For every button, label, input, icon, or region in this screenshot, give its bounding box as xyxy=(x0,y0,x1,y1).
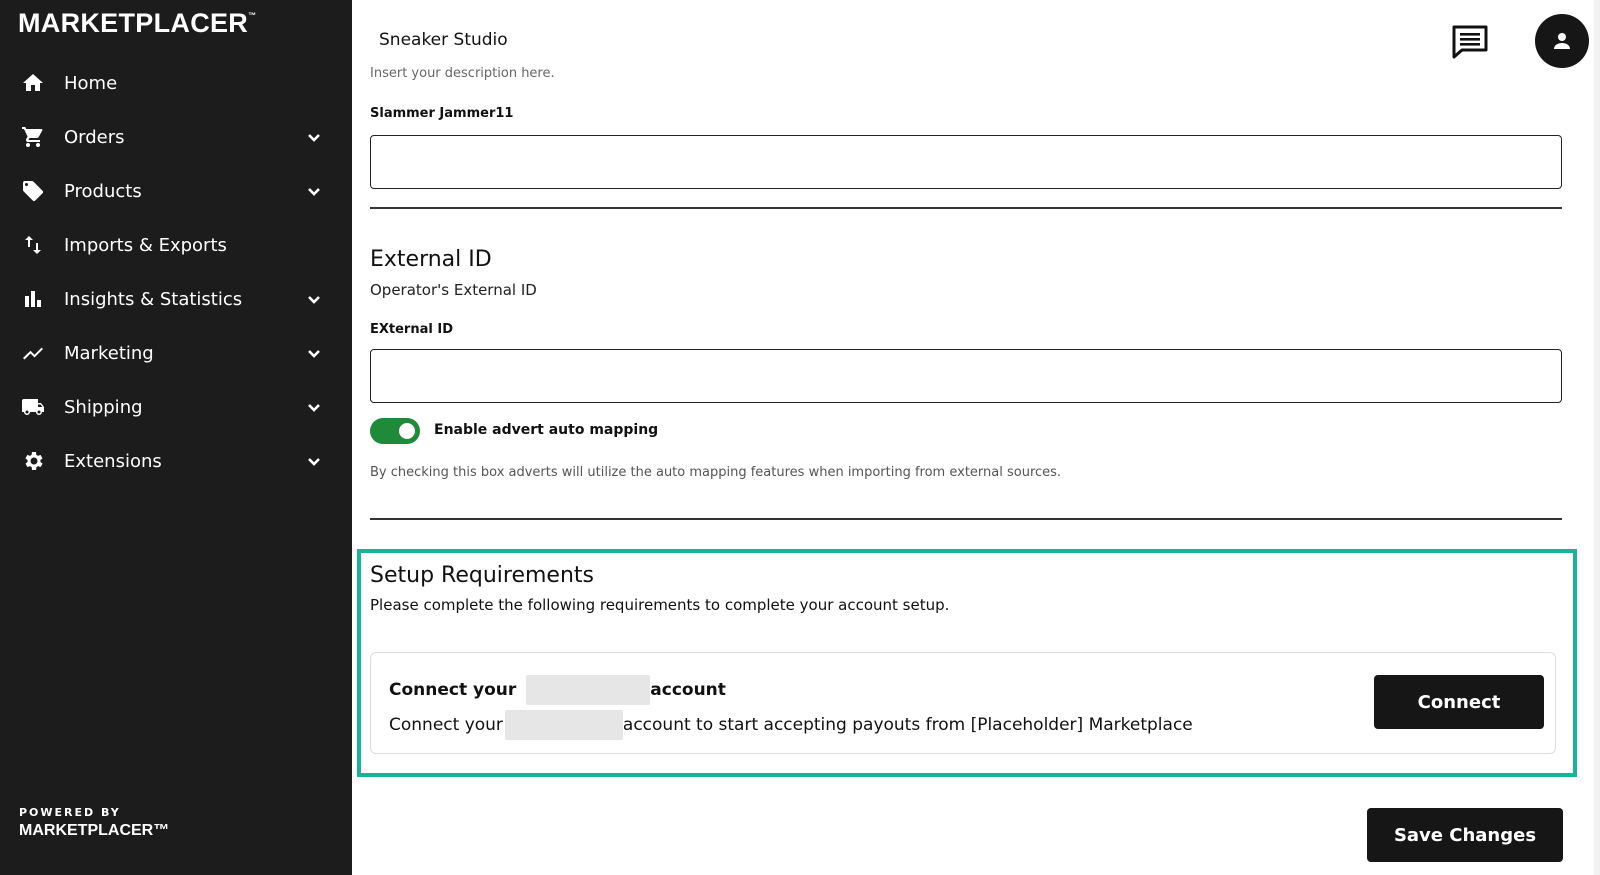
external-id-input[interactable] xyxy=(370,349,1562,403)
sidebar-item-label: Extensions xyxy=(64,450,162,472)
external-id-title: External ID xyxy=(370,247,492,272)
card-desc-prefix: Connect your xyxy=(389,715,503,735)
sidebar-item-label: Shipping xyxy=(64,396,143,418)
sidebar-item-marketing[interactable]: Marketing xyxy=(0,326,352,380)
card-title-prefix: Connect your xyxy=(389,680,517,700)
connect-button[interactable]: Connect xyxy=(1374,675,1544,729)
bar-chart-icon xyxy=(20,286,46,312)
save-changes-button[interactable]: Save Changes xyxy=(1367,808,1563,862)
sidebar: MARKETPLACER™ Home Orders Products Impor… xyxy=(0,0,352,875)
sidebar-item-imports-exports[interactable]: Imports & Exports xyxy=(0,218,352,272)
sidebar-item-orders[interactable]: Orders xyxy=(0,110,352,164)
divider xyxy=(370,207,1562,209)
chevron-down-icon xyxy=(306,291,322,307)
connect-card-description: Connect your account to start accepting … xyxy=(389,710,1193,740)
import-export-icon xyxy=(20,232,46,258)
toggle-label: Enable advert auto mapping xyxy=(434,422,659,438)
powered-by-logo: MARKETPLACER™ xyxy=(19,822,170,839)
sidebar-item-extensions[interactable]: Extensions xyxy=(0,434,352,488)
sidebar-item-label: Insights & Statistics xyxy=(64,288,243,310)
setup-requirements-section: Setup Requirements Please complete the f… xyxy=(357,549,1577,777)
sidebar-item-label: Marketing xyxy=(64,342,154,364)
description-hint: Insert your description here. xyxy=(370,66,555,81)
sidebar-item-insights[interactable]: Insights & Statistics xyxy=(0,272,352,326)
main-content: Sneaker Studio Insert your description h… xyxy=(352,0,1600,875)
trending-icon xyxy=(20,340,46,366)
chevron-down-icon xyxy=(306,399,322,415)
person-icon xyxy=(1554,33,1570,49)
redacted-text xyxy=(504,710,623,740)
gear-icon xyxy=(20,448,46,474)
chevron-down-icon xyxy=(306,345,322,361)
connect-card-title: Connect your account xyxy=(389,675,726,705)
external-id-label: EXternal ID xyxy=(370,322,453,337)
card-title-suffix: account xyxy=(650,680,726,700)
marketplacer-logo[interactable]: MARKETPLACER™ xyxy=(18,8,256,39)
sidebar-item-label: Products xyxy=(64,180,142,202)
advert-auto-mapping-toggle[interactable] xyxy=(370,418,420,444)
slammer-input[interactable] xyxy=(370,135,1562,189)
chat-icon[interactable] xyxy=(1451,24,1489,60)
powered-by: POWERED BY MARKETPLACER™ xyxy=(19,806,169,840)
sidebar-item-label: Imports & Exports xyxy=(64,234,227,256)
toggle-help-text: By checking this box adverts will utiliz… xyxy=(370,465,1062,480)
toggle-knob xyxy=(399,423,415,439)
powered-by-label: POWERED BY xyxy=(19,806,121,819)
card-desc-suffix: account to start accepting payouts from … xyxy=(622,715,1193,735)
setup-title: Setup Requirements xyxy=(370,563,594,588)
sidebar-item-products[interactable]: Products xyxy=(0,164,352,218)
external-id-subtitle: Operator's External ID xyxy=(370,281,537,299)
tag-icon xyxy=(20,178,46,204)
connect-account-card: Connect your account Connect your accoun… xyxy=(370,652,1556,754)
sidebar-item-home[interactable]: Home xyxy=(0,56,352,110)
sidebar-nav: Home Orders Products Imports & Exports I… xyxy=(0,56,352,488)
scrollbar[interactable] xyxy=(1594,0,1600,875)
chevron-down-icon xyxy=(306,453,322,469)
chevron-down-icon xyxy=(306,183,322,199)
setup-subtitle: Please complete the following requiremen… xyxy=(370,596,950,614)
chevron-down-icon xyxy=(306,129,322,145)
truck-icon xyxy=(20,394,46,420)
slammer-label: Slammer Jammer11 xyxy=(370,106,514,121)
sidebar-item-shipping[interactable]: Shipping xyxy=(0,380,352,434)
user-avatar[interactable] xyxy=(1535,14,1589,68)
redacted-text xyxy=(526,675,651,705)
store-name: Sneaker Studio xyxy=(379,30,508,50)
sidebar-item-label: Orders xyxy=(64,126,125,148)
cart-icon xyxy=(20,124,46,150)
sidebar-item-label: Home xyxy=(64,72,118,94)
home-icon xyxy=(20,70,46,96)
divider xyxy=(370,518,1562,520)
